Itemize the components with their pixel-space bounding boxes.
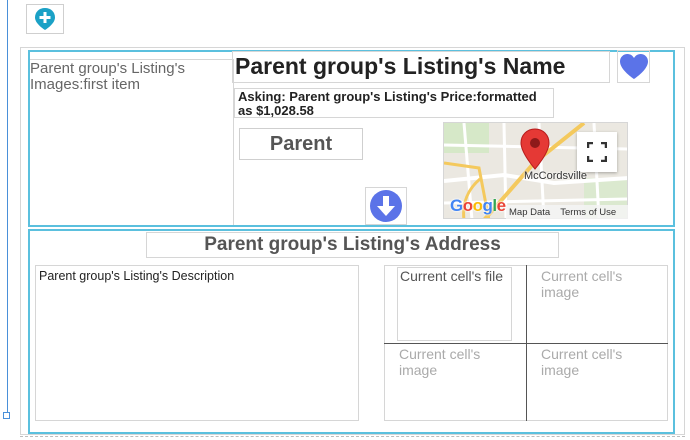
map-data-link[interactable]: Map Data <box>509 207 550 218</box>
map-pin-icon[interactable] <box>520 128 550 170</box>
plus-location-icon <box>35 8 55 30</box>
listing-name[interactable]: Parent group's Listing's Name <box>232 51 610 83</box>
listing-images-field[interactable]: Parent group's Listing's Images:first it… <box>30 59 232 93</box>
fullscreen-icon <box>587 142 607 162</box>
favorite-button[interactable] <box>617 50 650 83</box>
grid-cell-image[interactable]: Current cell's image <box>399 346 519 378</box>
column-divider <box>233 59 234 225</box>
listing-address[interactable]: Parent group's Listing's Address <box>146 232 559 258</box>
grid-cell-image[interactable]: Current cell's image <box>541 346 661 378</box>
grid-cell-file[interactable]: Current cell's file <box>397 267 512 341</box>
map-city-label: McCordsville <box>524 170 587 182</box>
selection-guide-line <box>7 0 8 416</box>
add-location-button[interactable] <box>26 4 64 34</box>
parent-button[interactable]: Parent <box>239 128 363 160</box>
scroll-down-button[interactable] <box>365 187 407 225</box>
grid-cell-image[interactable]: Current cell's image <box>541 268 661 300</box>
terms-of-use-link[interactable]: Terms of Use <box>560 207 616 218</box>
container-bottom-edge <box>20 436 685 437</box>
google-logo[interactable]: Google <box>450 196 506 216</box>
listing-price[interactable]: Asking: Parent group's Listing's Price:f… <box>234 88 554 118</box>
listing-description[interactable]: Parent group's Listing's Description <box>35 265 359 421</box>
heart-icon <box>619 54 648 79</box>
fullscreen-button[interactable] <box>577 132 617 172</box>
arrow-down-circle-icon <box>370 190 402 222</box>
resize-handle[interactable] <box>3 412 10 419</box>
map-attribution: Map Data Terms of Use <box>506 205 628 219</box>
grid-horizontal-divider <box>384 343 668 344</box>
